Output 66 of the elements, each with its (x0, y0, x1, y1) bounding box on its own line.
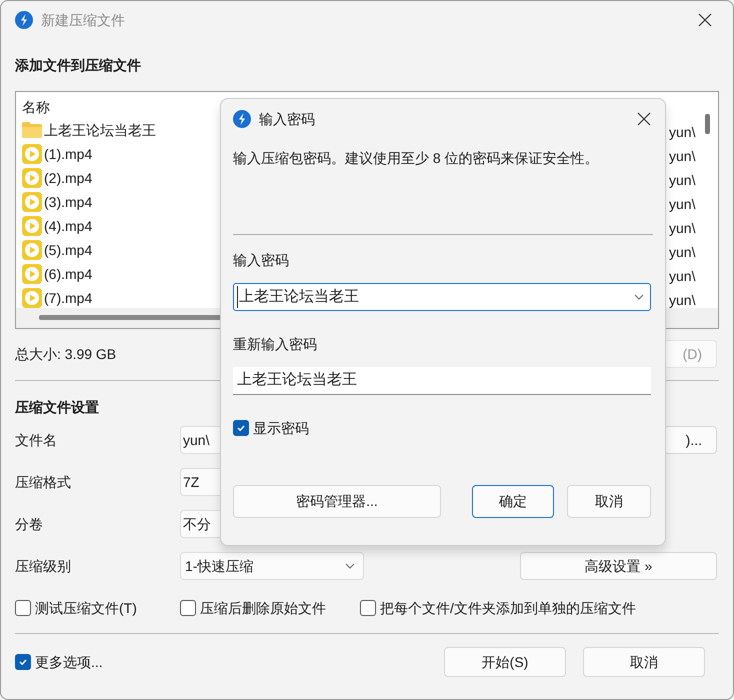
total-size: 总大小: 3.99 GB (15, 344, 116, 364)
path-cell-text: yun\ (669, 243, 696, 262)
file-name: 上老王论坛当老王 (44, 120, 156, 140)
path-cell-text: yun\ (669, 195, 696, 214)
cancel-button[interactable]: 取消 (567, 485, 651, 518)
section-heading: 添加文件到压缩文件 (15, 56, 142, 75)
field-label: 重新输入密码 (233, 335, 318, 354)
play-icon (22, 192, 42, 212)
path-cell-text: yun\ (669, 219, 696, 238)
folder-icon (22, 122, 42, 138)
checkbox[interactable] (233, 420, 249, 436)
file-name: (1).mp4 (44, 144, 92, 164)
dialog-message: 输入压缩包密码。建议使用至少 8 位的密码来保证安全性。 (233, 149, 600, 168)
column-header: 名称 (22, 98, 50, 117)
file-name: (7).mp4 (44, 288, 92, 308)
checkmark-icon (236, 423, 246, 433)
scrollbar-thumb[interactable] (705, 114, 710, 134)
checkbox[interactable] (180, 600, 196, 616)
option-label: 把每个文件/文件夹添加到单独的压缩文件 (380, 598, 636, 618)
path-cell-text: yun\ (669, 291, 696, 310)
path-cell-text: yun\ (669, 147, 696, 166)
app-icon (15, 11, 33, 29)
option-label: 压缩后删除原始文件 (200, 598, 326, 618)
play-icon (22, 240, 42, 260)
checkbox[interactable] (15, 654, 31, 670)
play-icon (22, 144, 42, 164)
checkbox[interactable] (15, 600, 31, 616)
file-name: (2).mp4 (44, 168, 92, 188)
file-name: (6).mp4 (44, 264, 92, 284)
checkbox[interactable] (360, 600, 376, 616)
field-label: 压缩级别 (15, 556, 72, 576)
path-cell-text: yun\ (669, 171, 696, 190)
input-field[interactable]: 上老王论坛当老王 (233, 367, 651, 395)
app-icon (233, 110, 251, 128)
dialog-title: 输入密码 (259, 110, 315, 128)
close-button[interactable] (697, 12, 713, 28)
close-button[interactable] (637, 112, 651, 126)
path-cell-text: yun\ (669, 123, 696, 142)
option-label: 显示密码 (253, 418, 309, 438)
dropdown[interactable]: 1-快速压缩 (180, 552, 364, 580)
window-title: 新建压缩文件 (41, 10, 125, 30)
section-heading: 压缩文件设置 (15, 398, 100, 417)
chevron-down-icon (345, 563, 355, 569)
checkmark-icon (18, 657, 28, 667)
field-label: 输入密码 (233, 251, 290, 270)
play-icon (22, 168, 42, 188)
button[interactable]: )... (664, 426, 717, 454)
start-button[interactable]: 开始(S) (444, 647, 566, 677)
field-label: 文件名 (15, 430, 58, 450)
play-icon (22, 288, 42, 308)
path-cell-text: yun\ (669, 267, 696, 286)
advanced-settings-button[interactable]: 高级设置 » (520, 552, 717, 580)
file-name: (3).mp4 (44, 192, 92, 212)
play-icon (22, 216, 42, 236)
cancel-button[interactable]: 取消 (583, 647, 705, 677)
chevron-down-icon (634, 294, 644, 300)
password-manager-button[interactable]: 密码管理器... (233, 485, 441, 518)
file-name: (5).mp4 (44, 240, 92, 260)
option-label: 测试压缩文件(T) (35, 598, 137, 618)
option-label: 更多选项... (35, 652, 103, 672)
field-label: 分卷 (15, 514, 44, 534)
ok-button[interactable]: 确定 (472, 485, 554, 518)
play-icon (22, 264, 42, 284)
file-name: (4).mp4 (44, 216, 92, 236)
password-dropdown[interactable]: 上老王论坛当老王 (233, 283, 651, 311)
field-label: 压缩格式 (15, 472, 72, 492)
